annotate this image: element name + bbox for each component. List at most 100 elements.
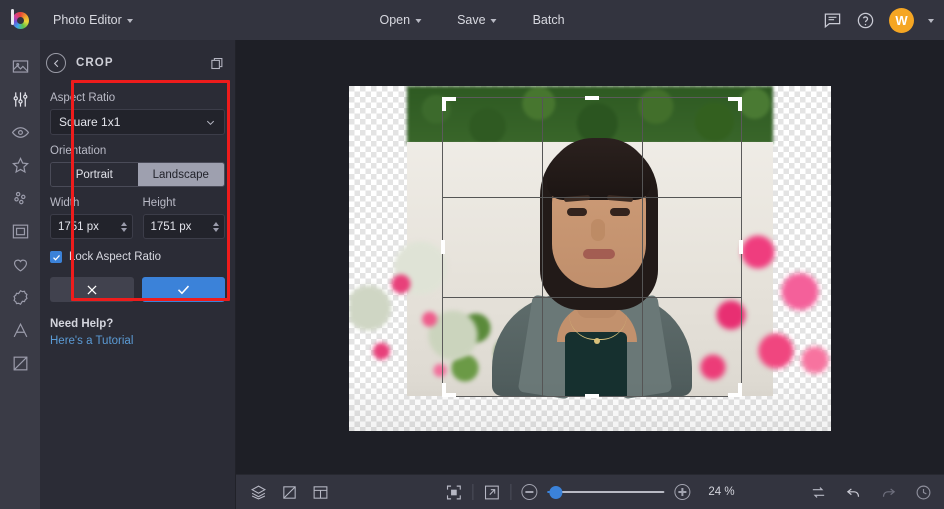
save-label: Save bbox=[457, 13, 486, 27]
file-actions: Open Save Batch bbox=[370, 0, 573, 40]
sidebar-item-text[interactable] bbox=[0, 314, 40, 347]
zoom-slider-track bbox=[547, 491, 665, 493]
orientation-portrait-option[interactable]: Portrait bbox=[51, 163, 138, 186]
crop-handle-top-right[interactable] bbox=[728, 97, 742, 111]
crop-gridline bbox=[443, 297, 741, 298]
history-clock-icon[interactable] bbox=[915, 484, 932, 501]
chevron-down-icon bbox=[206, 120, 215, 125]
history-controls bbox=[810, 484, 932, 501]
crop-panel-header: CROP bbox=[40, 48, 235, 78]
width-value: 1751 px bbox=[58, 220, 99, 233]
apply-button[interactable] bbox=[141, 277, 225, 302]
photo-editor-window: Photo Editor Open Save Batch W CROP Aspe… bbox=[0, 0, 944, 509]
compare-swap-icon[interactable] bbox=[810, 484, 827, 501]
minus-circle-icon[interactable] bbox=[521, 484, 538, 500]
layers-icon[interactable] bbox=[250, 484, 267, 501]
bottom-toolbar: 24 % bbox=[236, 474, 944, 509]
app-logo[interactable] bbox=[0, 0, 40, 40]
app-name-label: Photo Editor bbox=[53, 13, 122, 27]
checkmark-icon bbox=[52, 254, 60, 261]
width-group: Width 1751 px bbox=[50, 197, 133, 239]
sidebar-item-image[interactable] bbox=[0, 50, 40, 83]
height-stepper[interactable] bbox=[213, 221, 219, 232]
chevron-down-icon bbox=[490, 19, 497, 23]
toolbar-divider bbox=[510, 484, 512, 500]
lock-aspect-ratio-label: Lock Aspect Ratio bbox=[69, 251, 162, 263]
sidebar-item-frames[interactable] bbox=[0, 215, 40, 248]
crop-handle-left[interactable] bbox=[441, 240, 445, 254]
batch-button[interactable]: Batch bbox=[524, 8, 574, 32]
orientation-toggle: Portrait Landscape bbox=[50, 162, 225, 187]
sidebar-item-retouch[interactable] bbox=[0, 116, 40, 149]
stepper-up-icon[interactable] bbox=[213, 221, 219, 226]
stepper-down-icon[interactable] bbox=[120, 227, 127, 232]
tool-rail bbox=[0, 40, 40, 509]
question-circle-icon[interactable] bbox=[856, 11, 875, 30]
sidebar-item-adjust[interactable] bbox=[0, 83, 40, 116]
save-button[interactable]: Save bbox=[448, 8, 506, 32]
crop-gridline bbox=[542, 98, 543, 396]
checkmark-icon bbox=[177, 285, 189, 295]
sidebar-item-crop[interactable] bbox=[0, 347, 40, 380]
sidebar-item-favorites[interactable] bbox=[0, 248, 40, 281]
open-button[interactable]: Open bbox=[370, 8, 430, 32]
height-input[interactable]: 1751 px bbox=[142, 214, 225, 239]
crop-handle-bottom-right[interactable] bbox=[728, 383, 742, 397]
crop-gridline bbox=[443, 197, 741, 198]
width-stepper[interactable] bbox=[120, 221, 127, 232]
help-section: Need Help? Here's a Tutorial bbox=[40, 318, 235, 347]
redo-arrow-icon[interactable] bbox=[880, 484, 897, 501]
app-name-menu[interactable]: Photo Editor bbox=[44, 8, 142, 32]
crop-icon[interactable] bbox=[281, 484, 298, 501]
crop-handle-top-left[interactable] bbox=[442, 97, 456, 111]
stacked-squares-icon[interactable] bbox=[210, 56, 225, 71]
sidebar-item-overlays[interactable] bbox=[0, 182, 40, 215]
orientation-label: Orientation bbox=[50, 145, 107, 157]
expand-arrow-icon[interactable] bbox=[483, 484, 500, 501]
checkbox-box bbox=[50, 251, 62, 263]
zoom-slider-thumb[interactable] bbox=[549, 485, 563, 499]
rule-of-thirds-crop-overlay[interactable] bbox=[441, 96, 743, 398]
chevron-down-icon bbox=[415, 19, 422, 23]
aspect-ratio-value: Square 1x1 bbox=[59, 115, 121, 129]
crop-handle-bottom[interactable] bbox=[585, 394, 599, 398]
sidebar-item-stickers[interactable] bbox=[0, 281, 40, 314]
aspect-ratio-select[interactable]: Square 1x1 bbox=[50, 109, 225, 135]
close-x-icon bbox=[87, 284, 97, 295]
cancel-button[interactable] bbox=[50, 277, 134, 302]
account-actions: W bbox=[823, 0, 934, 40]
avatar[interactable]: W bbox=[889, 7, 914, 33]
orientation-landscape-option[interactable]: Landscape bbox=[137, 163, 224, 186]
top-bar: Photo Editor Open Save Batch W bbox=[0, 0, 944, 40]
width-label: Width bbox=[50, 197, 80, 209]
crop-panel-body: Aspect Ratio Square 1x1 Orientation Port… bbox=[40, 78, 235, 302]
page-title: CROP bbox=[76, 57, 114, 69]
stepper-up-icon[interactable] bbox=[120, 221, 127, 226]
plus-circle-icon[interactable] bbox=[674, 484, 691, 500]
portrait-photo[interactable] bbox=[349, 86, 831, 431]
zoom-level-value: 24 % bbox=[708, 486, 735, 498]
sidebar-item-effects[interactable] bbox=[0, 149, 40, 182]
comment-icon[interactable] bbox=[823, 11, 842, 30]
fit-to-screen-icon[interactable] bbox=[445, 484, 462, 501]
account-chevron-down-icon[interactable] bbox=[928, 19, 934, 23]
lock-aspect-ratio-checkbox[interactable]: Lock Aspect Ratio bbox=[50, 251, 225, 263]
toolbar-divider bbox=[472, 484, 474, 500]
tutorial-link[interactable]: Here's a Tutorial bbox=[50, 335, 225, 347]
chevron-down-icon bbox=[126, 19, 133, 23]
undo-arrow-icon[interactable] bbox=[845, 484, 862, 501]
crop-handle-top[interactable] bbox=[585, 96, 599, 100]
bottom-left-tools bbox=[236, 484, 329, 501]
back-button[interactable] bbox=[46, 53, 66, 73]
stepper-down-icon[interactable] bbox=[213, 227, 219, 232]
crop-handle-bottom-left[interactable] bbox=[442, 383, 456, 397]
height-group: Height 1751 px bbox=[142, 197, 225, 239]
panel-layout-icon[interactable] bbox=[312, 484, 329, 501]
crop-gridline bbox=[642, 98, 643, 396]
height-label: Height bbox=[142, 197, 176, 209]
canvas-area[interactable] bbox=[236, 40, 944, 474]
crop-handle-right[interactable] bbox=[739, 240, 743, 254]
width-input[interactable]: 1751 px bbox=[50, 214, 133, 239]
zoom-slider[interactable] bbox=[547, 485, 665, 499]
height-value: 1751 px bbox=[150, 220, 192, 233]
